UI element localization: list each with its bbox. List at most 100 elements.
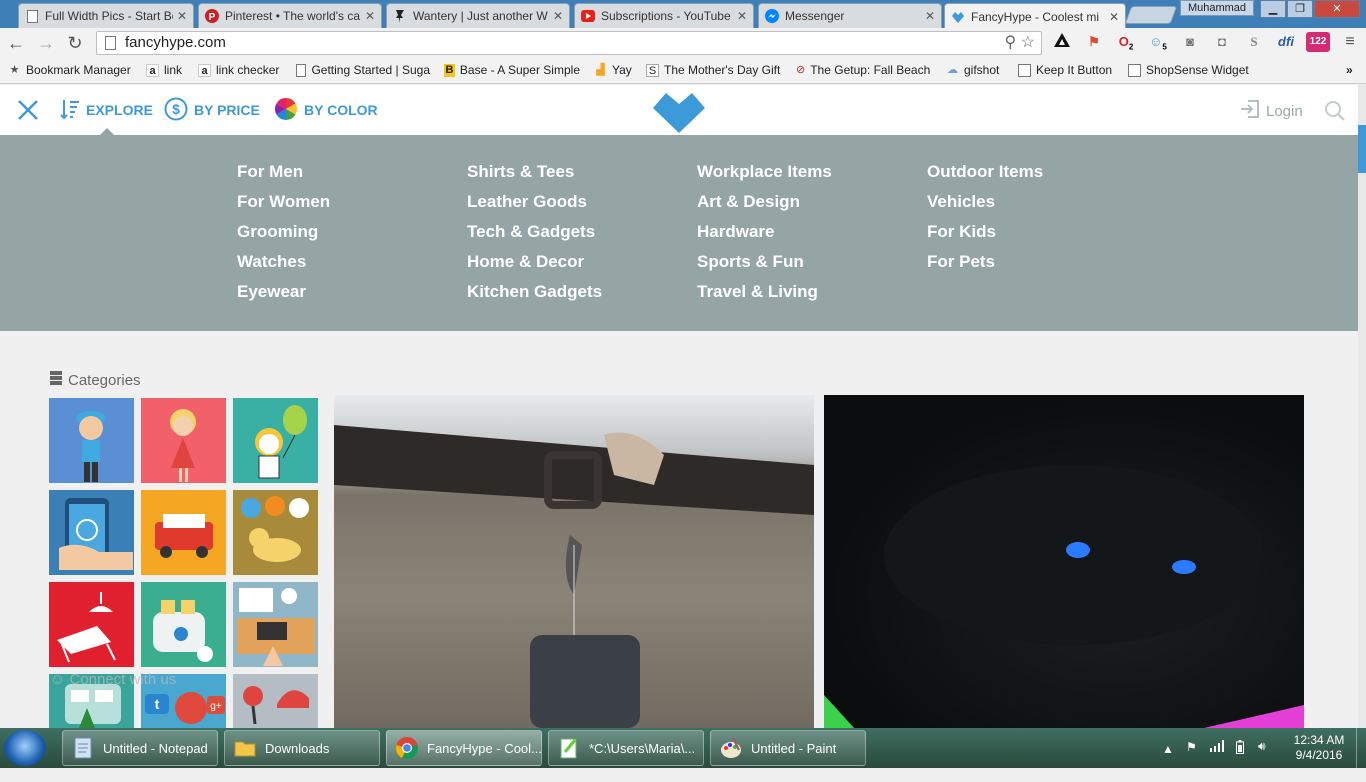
base-icon: B bbox=[444, 63, 455, 77]
menu-item-outdoor-items[interactable]: Outdoor Items bbox=[927, 162, 1043, 192]
category-tile-sports[interactable] bbox=[233, 674, 318, 728]
tab-full-width-pics[interactable]: Full Width Pics - Start Bo ✕ bbox=[18, 3, 194, 28]
bookmark-shopsense[interactable]: ShopSense Widget bbox=[1128, 63, 1249, 77]
category-tile-tech[interactable] bbox=[49, 490, 134, 575]
taskbar-item-paint[interactable]: Untitled - Paint bbox=[710, 730, 866, 766]
bookmark-getting-started[interactable]: Getting Started | Suga bbox=[296, 63, 430, 77]
dfi-extension-icon[interactable]: dfi bbox=[1276, 32, 1296, 52]
taskbar-item-chrome[interactable]: FancyHype - Cool... bbox=[386, 730, 542, 766]
close-menu-button[interactable] bbox=[16, 85, 40, 135]
ghost-extension-icon[interactable]: ☺5 bbox=[1148, 32, 1168, 52]
close-tab-icon[interactable]: ✕ bbox=[925, 9, 935, 23]
bookmark-the-getup[interactable]: ⊘ The Getup: Fall Beach bbox=[796, 63, 930, 77]
menu-item-leather-goods[interactable]: Leather Goods bbox=[467, 192, 602, 222]
menu-item-travel-living[interactable]: Travel & Living bbox=[697, 282, 832, 312]
taskbar-item-notepadpp[interactable]: *C:\Users\Maria\... bbox=[548, 730, 704, 766]
taskbar-item-notepad[interactable]: Untitled - Notepad bbox=[62, 730, 218, 766]
new-tab-button[interactable] bbox=[1124, 6, 1178, 24]
action-center-flag-icon[interactable]: ⚑ bbox=[1186, 740, 1197, 780]
category-tile-home-decor[interactable] bbox=[49, 582, 134, 667]
by-color-nav[interactable]: BY COLOR bbox=[274, 85, 378, 135]
close-tab-icon[interactable]: ✕ bbox=[553, 9, 563, 23]
product-photo-gaming-mouse[interactable] bbox=[824, 395, 1304, 728]
tab-messenger[interactable]: Messenger ✕ bbox=[758, 3, 942, 28]
tab-wantery[interactable]: Wantery | Just another W ✕ bbox=[386, 3, 570, 28]
close-window-button[interactable]: ✕ bbox=[1314, 0, 1360, 18]
forward-icon[interactable]: → bbox=[36, 33, 56, 53]
opera-extension-icon[interactable]: O2 bbox=[1116, 32, 1136, 52]
menu-item-kitchen-gadgets[interactable]: Kitchen Gadgets bbox=[467, 282, 602, 312]
address-bar[interactable]: fancyhype.com ⚲ ☆ bbox=[96, 31, 1042, 55]
bookmarks-overflow-icon[interactable]: » bbox=[1346, 63, 1353, 77]
category-tile-women[interactable] bbox=[141, 398, 226, 483]
fancyhype-logo[interactable] bbox=[652, 89, 706, 133]
close-tab-icon[interactable]: ✕ bbox=[177, 9, 187, 23]
camera-icon[interactable]: ◙ bbox=[1180, 32, 1200, 52]
badge-extension-icon[interactable]: 122 bbox=[1306, 32, 1330, 52]
key-icon[interactable]: ⚲ bbox=[1004, 34, 1016, 51]
taskbar-item-downloads[interactable]: Downloads bbox=[224, 730, 380, 766]
s-extension-icon[interactable]: S bbox=[1244, 32, 1264, 52]
category-tile-kids[interactable] bbox=[233, 398, 318, 483]
svg-text:P: P bbox=[209, 12, 216, 23]
menu-item-home-decor[interactable]: Home & Decor bbox=[467, 252, 602, 282]
page-scrollbar-thumb[interactable] bbox=[1358, 125, 1366, 173]
category-tile-kitchen[interactable] bbox=[141, 582, 226, 667]
page-scrollbar[interactable] bbox=[1358, 85, 1366, 728]
tab-pinterest[interactable]: P Pinterest • The world's ca ✕ bbox=[198, 3, 382, 28]
extension-red-icon[interactable]: ⚑ bbox=[1084, 32, 1104, 52]
bookmark-mothers-day[interactable]: S The Mother's Day Gift bbox=[646, 63, 782, 77]
close-tab-icon[interactable]: ✕ bbox=[737, 9, 747, 23]
menu-item-eyewear[interactable]: Eyewear bbox=[237, 282, 330, 312]
camera-alt-icon[interactable]: ◘ bbox=[1212, 32, 1232, 52]
bookmark-gifshot[interactable]: ☁ gifshot bbox=[946, 63, 999, 77]
tab-youtube[interactable]: Subscriptions - YouTube ✕ bbox=[574, 3, 754, 28]
category-tile-pets[interactable] bbox=[233, 490, 318, 575]
show-hidden-icons[interactable]: ▲ bbox=[1162, 742, 1174, 782]
minimize-button[interactable]: ▁ bbox=[1260, 0, 1286, 18]
bookmark-link-checker[interactable]: a link checker bbox=[198, 63, 279, 77]
product-photo-carabiner[interactable] bbox=[334, 395, 814, 728]
menu-item-for-kids[interactable]: For Kids bbox=[927, 222, 1043, 252]
menu-item-vehicles[interactable]: Vehicles bbox=[927, 192, 1043, 222]
show-desktop-button[interactable] bbox=[1356, 728, 1366, 768]
battery-icon[interactable] bbox=[1236, 740, 1244, 780]
system-clock[interactable]: 12:34 AM 9/4/2016 bbox=[1284, 733, 1354, 763]
bookmark-base[interactable]: B Base - A Super Simple bbox=[444, 63, 580, 77]
bookmark-star-icon[interactable]: ☆ bbox=[1021, 34, 1035, 51]
menu-item-sports-fun[interactable]: Sports & Fun bbox=[697, 252, 832, 282]
volume-icon[interactable]: 🔊︎ bbox=[1258, 739, 1266, 779]
chrome-menu-icon[interactable]: ≡ bbox=[1340, 32, 1360, 52]
close-tab-icon[interactable]: ✕ bbox=[1109, 10, 1119, 24]
bookmark-manager[interactable]: ★ Bookmark Manager bbox=[8, 63, 131, 77]
category-tile-vehicles[interactable] bbox=[141, 490, 226, 575]
network-signal-icon[interactable] bbox=[1210, 740, 1224, 780]
bookmark-link[interactable]: a link bbox=[146, 63, 182, 77]
menu-item-watches[interactable]: Watches bbox=[237, 252, 330, 282]
menu-item-tech-gadgets[interactable]: Tech & Gadgets bbox=[467, 222, 602, 252]
menu-item-shirts-tees[interactable]: Shirts & Tees bbox=[467, 162, 602, 192]
extension-triangle-icon[interactable] bbox=[1052, 32, 1072, 52]
login-button[interactable]: Login bbox=[1240, 99, 1303, 123]
menu-item-hardware[interactable]: Hardware bbox=[697, 222, 832, 252]
menu-item-for-women[interactable]: For Women bbox=[237, 192, 330, 222]
menu-item-workplace-items[interactable]: Workplace Items bbox=[697, 162, 832, 192]
category-tile-men[interactable] bbox=[49, 398, 134, 483]
windows-start-button[interactable] bbox=[4, 730, 46, 766]
back-icon[interactable]: ← bbox=[6, 33, 26, 53]
reload-icon[interactable]: ↻ bbox=[65, 33, 85, 53]
tab-fancyhype[interactable]: FancyHype - Coolest mi ✕ bbox=[944, 3, 1126, 29]
close-tab-icon[interactable]: ✕ bbox=[365, 9, 375, 23]
menu-item-art-design[interactable]: Art & Design bbox=[697, 192, 832, 222]
bookmark-keep-it[interactable]: Keep It Button bbox=[1018, 63, 1112, 77]
category-tile-workplace[interactable] bbox=[233, 582, 318, 667]
menu-item-grooming[interactable]: Grooming bbox=[237, 222, 330, 252]
search-icon[interactable] bbox=[1324, 100, 1346, 127]
by-price-nav[interactable]: $ BY PRICE bbox=[164, 85, 260, 135]
profile-button[interactable]: Muhammad bbox=[1180, 0, 1254, 16]
bookmark-yay[interactable]: ▟ Yay bbox=[594, 63, 632, 77]
chrome-icon bbox=[395, 736, 419, 760]
maximize-button[interactable]: ❐ bbox=[1287, 0, 1313, 18]
menu-item-for-pets[interactable]: For Pets bbox=[927, 252, 1043, 282]
menu-item-for-men[interactable]: For Men bbox=[237, 162, 330, 192]
